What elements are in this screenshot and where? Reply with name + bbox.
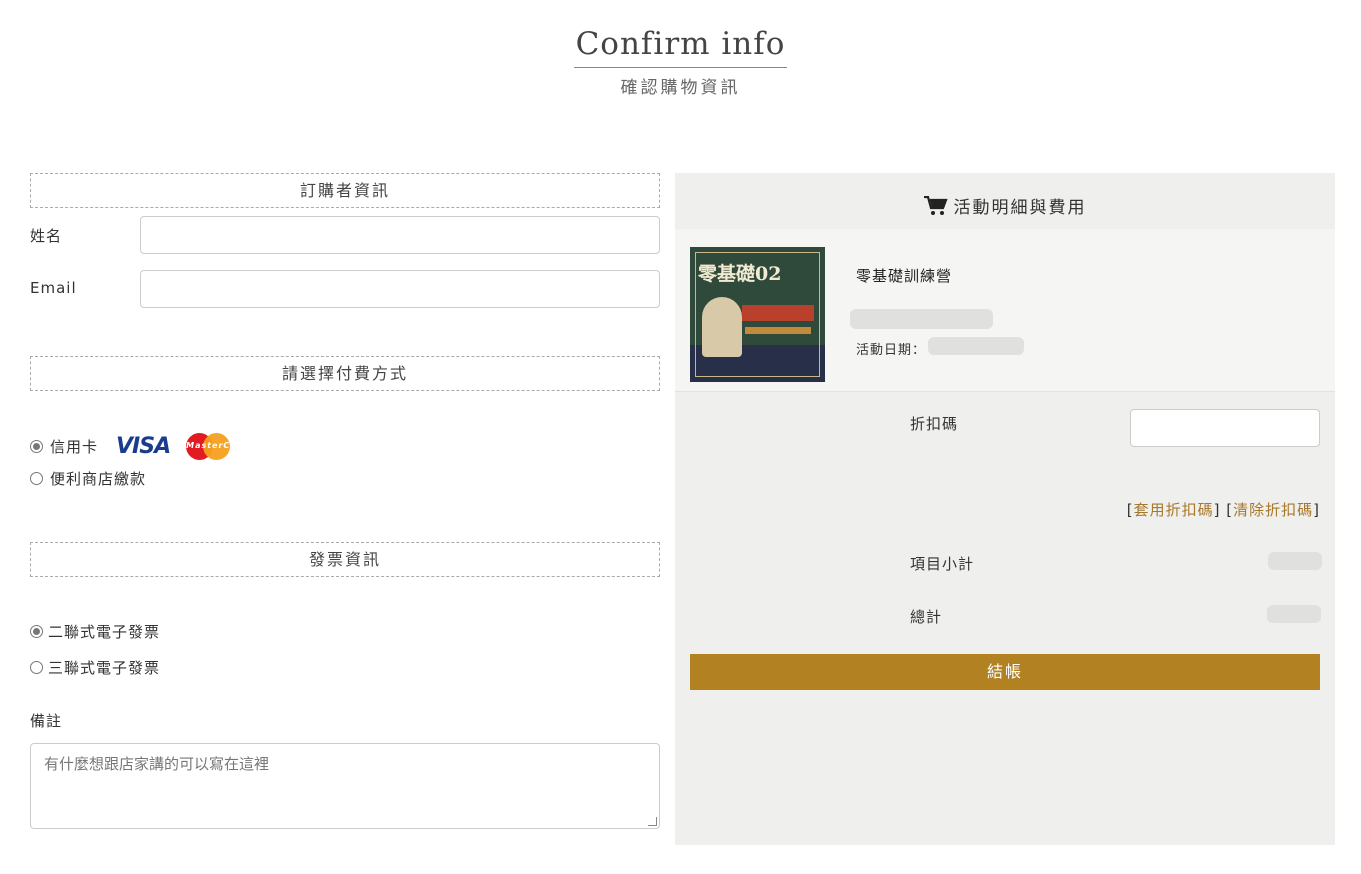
coupon-label: 折扣碼 <box>910 415 959 433</box>
invoice-option-three-part[interactable]: 三聯式電子發票 <box>30 655 160 679</box>
coupon-input[interactable] <box>1130 409 1320 447</box>
checkout-button[interactable]: 結帳 <box>690 654 1320 690</box>
apply-coupon-link[interactable]: 套用折扣碼 <box>1134 501 1214 519</box>
mastercard-logo: MasterCard <box>186 432 247 460</box>
email-input[interactable] <box>140 270 660 308</box>
two-part-invoice-label: 二聯式電子發票 <box>48 622 161 641</box>
resize-handle-icon[interactable] <box>648 817 657 826</box>
email-label: Email <box>30 279 77 297</box>
order-summary-panel: 活動明細與費用 零基礎02 零基礎訓練營 活動日期： 折扣碼 [套用折扣碼] [… <box>675 173 1335 845</box>
summary-title: 活動明細與費用 <box>953 198 1087 218</box>
page-title: Confirm info <box>573 24 788 68</box>
date-label: 活動日期： <box>856 343 927 358</box>
radio-convenience-store[interactable] <box>30 471 43 485</box>
product-name: 零基礎訓練營 <box>856 267 953 285</box>
redacted-total <box>1267 605 1321 623</box>
visa-logo: VISA <box>116 433 171 459</box>
email-row: Email <box>30 270 660 308</box>
total-label: 總計 <box>910 608 943 626</box>
notes-placeholder: 有什麼想跟店家講的可以寫在這裡 <box>44 755 270 773</box>
payment-section-title: 請選擇付費方式 <box>30 356 660 391</box>
three-part-invoice-label: 三聯式電子發票 <box>48 658 161 677</box>
payment-option-convenience-store[interactable]: 便利商店繳款 <box>30 466 146 490</box>
order-form: 訂購者資訊 姓名 Email 請選擇付費方式 信用卡 VISA MasterCa… <box>30 173 660 829</box>
clear-coupon-link[interactable]: 清除折扣碼 <box>1233 501 1313 519</box>
payment-option-credit-card[interactable]: 信用卡 VISA MasterCard <box>30 432 247 460</box>
radio-credit-card[interactable] <box>30 439 43 453</box>
name-label: 姓名 <box>30 227 63 245</box>
summary-header: 活動明細與費用 <box>675 173 1335 229</box>
radio-two-part-invoice[interactable] <box>30 624 43 638</box>
buyer-section-title: 訂購者資訊 <box>30 173 660 208</box>
product-date: 活動日期： <box>856 339 926 358</box>
convenience-store-label: 便利商店繳款 <box>50 469 147 488</box>
redacted-text <box>850 309 993 329</box>
thumbnail-title: 零基礎02 <box>698 263 782 285</box>
notes-textarea[interactable]: 有什麼想跟店家講的可以寫在這裡 <box>30 743 660 829</box>
notes-label: 備註 <box>30 712 63 730</box>
radio-three-part-invoice[interactable] <box>30 660 43 674</box>
coupon-links: [套用折扣碼] [清除折扣碼] <box>1126 501 1320 519</box>
subtotal-label: 項目小計 <box>910 555 975 573</box>
name-row: 姓名 <box>30 216 660 254</box>
redacted-date <box>928 337 1024 355</box>
credit-card-label: 信用卡 <box>50 437 99 456</box>
invoice-option-two-part[interactable]: 二聯式電子發票 <box>30 619 160 643</box>
page-header: Confirm info 確認購物資訊 <box>0 24 1361 98</box>
redacted-subtotal <box>1268 552 1322 570</box>
product-item: 零基礎02 零基礎訓練營 活動日期： <box>675 229 1335 392</box>
cart-icon <box>923 196 948 215</box>
name-input[interactable] <box>140 216 660 254</box>
invoice-section-title: 發票資訊 <box>30 542 660 577</box>
page-subtitle: 確認購物資訊 <box>620 78 741 98</box>
product-thumbnail: 零基礎02 <box>690 247 825 382</box>
